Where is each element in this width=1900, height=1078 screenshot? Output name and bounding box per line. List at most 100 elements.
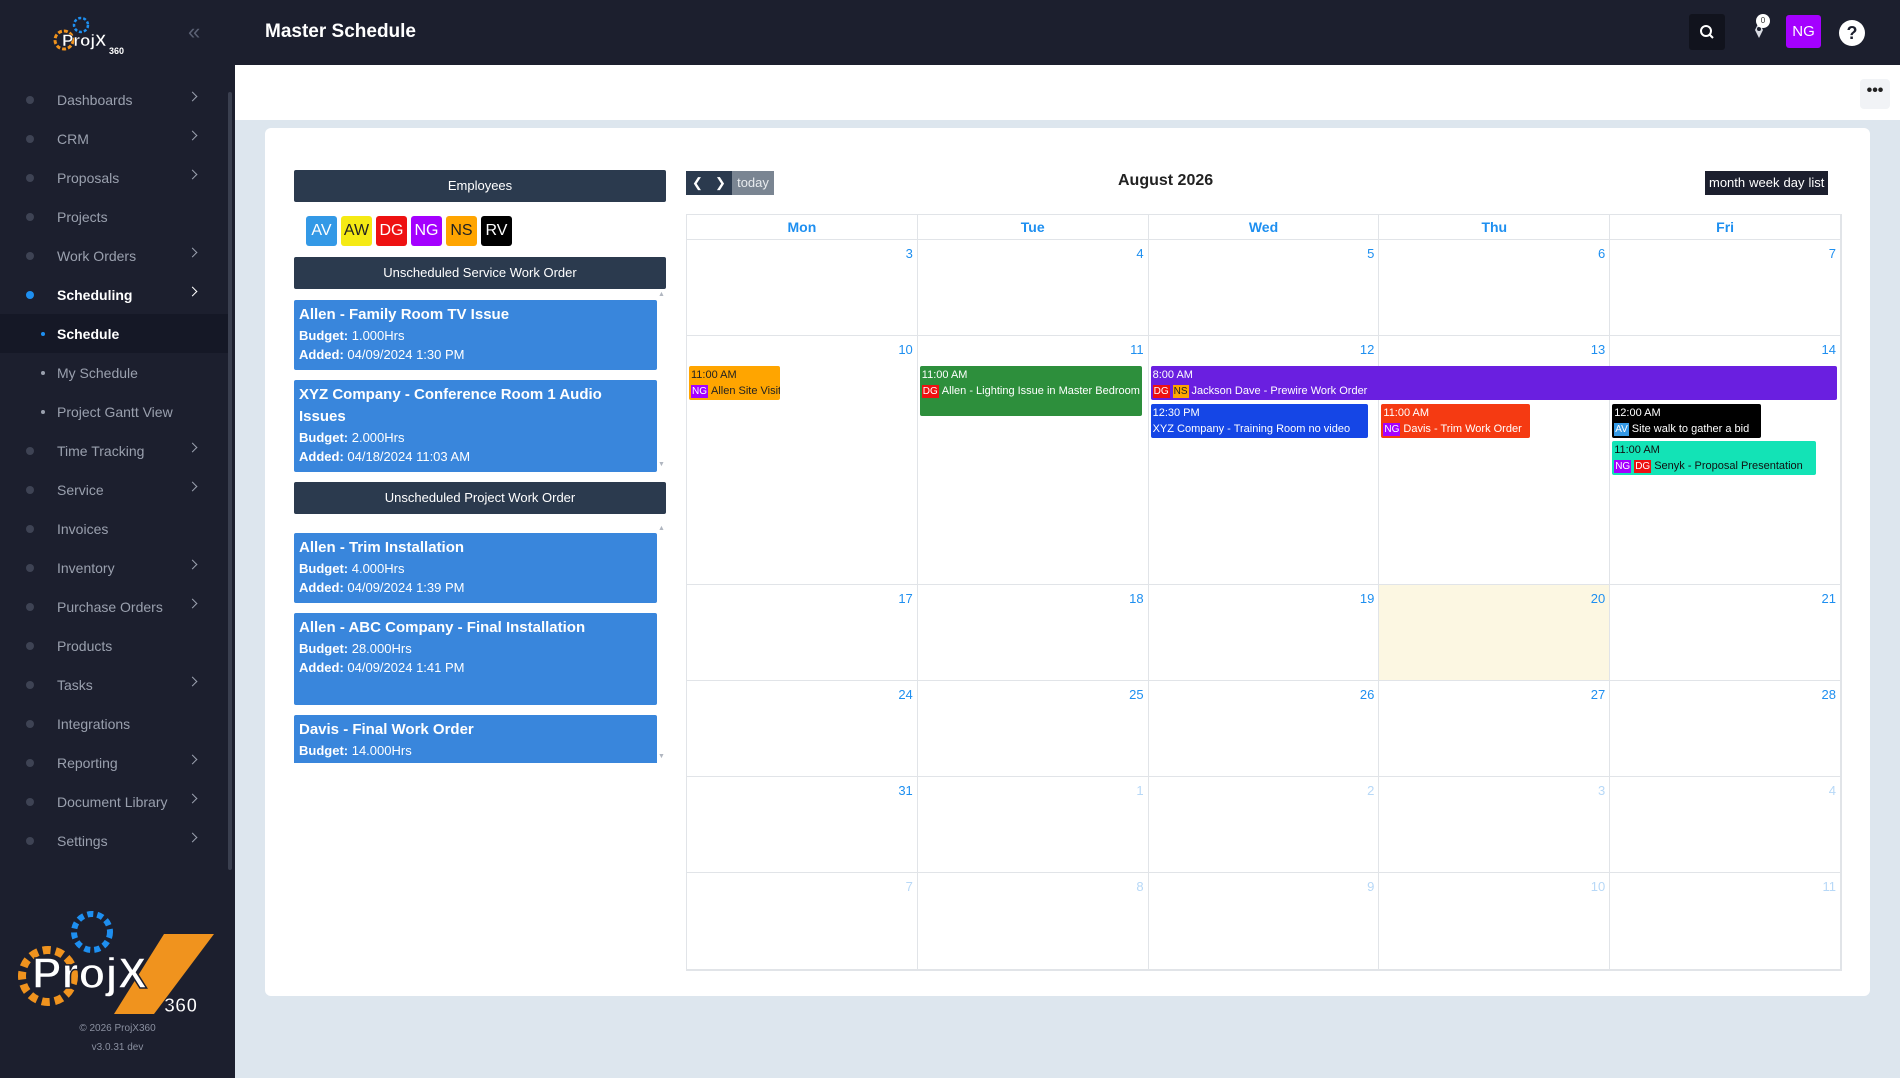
sidebar-item-invoices[interactable]: Invoices (0, 509, 230, 548)
help-icon[interactable]: ? (1839, 20, 1865, 46)
work-order-card[interactable]: Allen - Family Room TV Issue Budget: 1.00… (294, 300, 657, 370)
calendar-event[interactable]: 12:30 PM XYZ Company - Training Room no v… (1150, 403, 1369, 438)
work-order-card[interactable]: XYZ Company - Conference Room 1 Audio Is… (294, 380, 657, 472)
day-number[interactable]: 10 (898, 342, 912, 357)
sidebar-subitem-project-gantt-view[interactable]: Project Gantt View (0, 392, 230, 431)
employee-chip-dg[interactable]: DG (376, 216, 407, 246)
calendar-day-cell[interactable]: 28 (1610, 681, 1841, 777)
calendar-day-cell[interactable]: 26 (1148, 681, 1380, 777)
sidebar-item-settings[interactable]: Settings (0, 821, 230, 860)
day-number[interactable]: 10 (1591, 879, 1605, 894)
work-order-card[interactable]: Allen - ABC Company - Final Installation… (294, 613, 657, 705)
day-number[interactable]: 9 (1367, 879, 1374, 894)
sidebar-item-products[interactable]: Products (0, 626, 230, 665)
calendar-day-cell[interactable]: 17 (687, 585, 918, 681)
scroll-up-icon[interactable]: ▲ (658, 291, 665, 298)
calendar-day-cell[interactable]: 18 (917, 585, 1149, 681)
sidebar-item-document-library[interactable]: Document Library (0, 782, 230, 821)
sidebar-item-inventory[interactable]: Inventory (0, 548, 230, 587)
collapse-sidebar-icon[interactable]: « (188, 21, 200, 43)
view-week-button[interactable]: week (1747, 171, 1781, 195)
day-number[interactable]: 3 (1598, 783, 1605, 798)
calendar-event[interactable]: 11:00 AM DG Allen - Lighting Issue in Mast… (919, 366, 1142, 416)
sidebar-item-tasks[interactable]: Tasks (0, 665, 230, 704)
project-work-order-list[interactable]: Allen - Trim Installation Budget: 4.000Hr… (294, 533, 657, 763)
day-number[interactable]: 11 (1130, 342, 1144, 357)
day-number[interactable]: 3 (906, 246, 913, 261)
sidebar-item-projects[interactable]: Projects (0, 197, 230, 236)
calendar-day-cell[interactable]: 11 (1610, 873, 1841, 970)
calendar-day-cell[interactable]: 9 (1148, 873, 1380, 970)
projx-logo[interactable]: ProjX 360 (52, 12, 138, 56)
sidebar-item-purchase-orders[interactable]: Purchase Orders (0, 587, 230, 626)
day-number[interactable]: 4 (1829, 783, 1836, 798)
scroll-down-icon[interactable]: ▼ (658, 753, 665, 760)
day-number[interactable]: 24 (898, 687, 912, 702)
employee-chip-aw[interactable]: AW (341, 216, 372, 246)
calendar-day-cell[interactable]: 4 (917, 240, 1149, 336)
calendar-event[interactable]: 8:00 AM DG NS Jackson Dave - Prewire Work O… (1150, 366, 1837, 400)
more-options-button[interactable]: ••• (1860, 79, 1890, 109)
employee-chip-av[interactable]: AV (306, 216, 337, 246)
employee-chip-rv[interactable]: RV (481, 216, 512, 246)
day-number[interactable]: 14 (1822, 342, 1836, 357)
calendar-day-cell[interactable]: 3 (687, 240, 918, 336)
work-order-card[interactable]: Davis - Final Work Order Budget: 14.000Hr… (294, 715, 657, 763)
day-number[interactable]: 20 (1591, 591, 1605, 606)
scroll-up-icon[interactable]: ▲ (658, 525, 665, 532)
calendar-event[interactable]: 11:00 AM NG Allen Site Visit (689, 366, 780, 400)
calendar-day-cell[interactable]: 8 (917, 873, 1149, 970)
day-number[interactable]: 25 (1129, 687, 1143, 702)
service-work-order-list[interactable]: Allen - Family Room TV Issue Budget: 1.00… (294, 300, 657, 472)
calendar-day-cell[interactable]: 19 (1148, 585, 1380, 681)
calendar-day-cell[interactable]: 2 (1148, 777, 1380, 873)
sidebar-item-scheduling[interactable]: Scheduling (0, 275, 230, 314)
day-number[interactable]: 27 (1591, 687, 1605, 702)
calendar-event[interactable]: 11:00 AM NG DG Senyk - Proposal Presentatio… (1612, 441, 1816, 475)
day-number[interactable]: 18 (1129, 591, 1143, 606)
view-day-button[interactable]: day (1782, 171, 1807, 195)
next-month-button[interactable]: ❯ (709, 171, 732, 195)
calendar-day-cell[interactable]: 7 (687, 873, 918, 970)
day-number[interactable]: 5 (1367, 246, 1374, 261)
day-number[interactable]: 1 (1136, 783, 1143, 798)
view-list-button[interactable]: list (1806, 171, 1826, 195)
day-number[interactable]: 31 (898, 783, 912, 798)
calendar-day-cell[interactable]: 3 (1379, 777, 1611, 873)
calendar-day-cell[interactable]: 7 (1610, 240, 1841, 336)
calendar-day-cell[interactable]: 6 (1379, 240, 1611, 336)
employees-button[interactable]: Employees (294, 170, 666, 202)
calendar-event[interactable]: 11:00 AM NG Davis - Trim Work Order (1381, 403, 1530, 438)
sidebar-scrollbar[interactable] (228, 92, 232, 870)
day-number[interactable]: 11 (1822, 879, 1836, 894)
day-number[interactable]: 12 (1360, 342, 1374, 357)
day-number[interactable]: 28 (1822, 687, 1836, 702)
sidebar-item-reporting[interactable]: Reporting (0, 743, 230, 782)
view-month-button[interactable]: month (1707, 171, 1747, 195)
day-number[interactable]: 2 (1367, 783, 1374, 798)
day-number[interactable]: 19 (1360, 591, 1374, 606)
sidebar-item-dashboards[interactable]: Dashboards (0, 80, 230, 119)
sidebar-item-time-tracking[interactable]: Time Tracking (0, 431, 230, 470)
calendar-day-cell[interactable]: 1 (917, 777, 1149, 873)
sidebar-item-integrations[interactable]: Integrations (0, 704, 230, 743)
user-avatar[interactable]: NG (1786, 15, 1821, 48)
day-number[interactable]: 4 (1136, 246, 1143, 261)
sidebar-item-service[interactable]: Service (0, 470, 230, 509)
day-number[interactable]: 13 (1591, 342, 1605, 357)
sidebar-item-crm[interactable]: CRM (0, 119, 230, 158)
calendar-day-cell[interactable]: 25 (917, 681, 1149, 777)
day-number[interactable]: 7 (1829, 246, 1836, 261)
prev-month-button[interactable]: ❮ (686, 171, 709, 195)
work-order-card[interactable]: Allen - Trim Installation Budget: 4.000Hr… (294, 533, 657, 603)
calendar-day-cell[interactable]: 24 (687, 681, 918, 777)
today-button[interactable]: today (732, 171, 774, 195)
day-number[interactable]: 7 (906, 879, 913, 894)
calendar-day-cell[interactable]: 20 (1379, 585, 1611, 681)
calendar-day-cell[interactable]: 5 (1148, 240, 1380, 336)
search-button[interactable] (1689, 14, 1725, 50)
sidebar-subitem-my-schedule[interactable]: My Schedule (0, 353, 230, 392)
calendar-event[interactable]: 12:00 AM AV Site walk to gather a bid (1612, 403, 1761, 438)
sidebar-item-proposals[interactable]: Proposals (0, 158, 230, 197)
calendar-day-cell[interactable]: 27 (1379, 681, 1611, 777)
